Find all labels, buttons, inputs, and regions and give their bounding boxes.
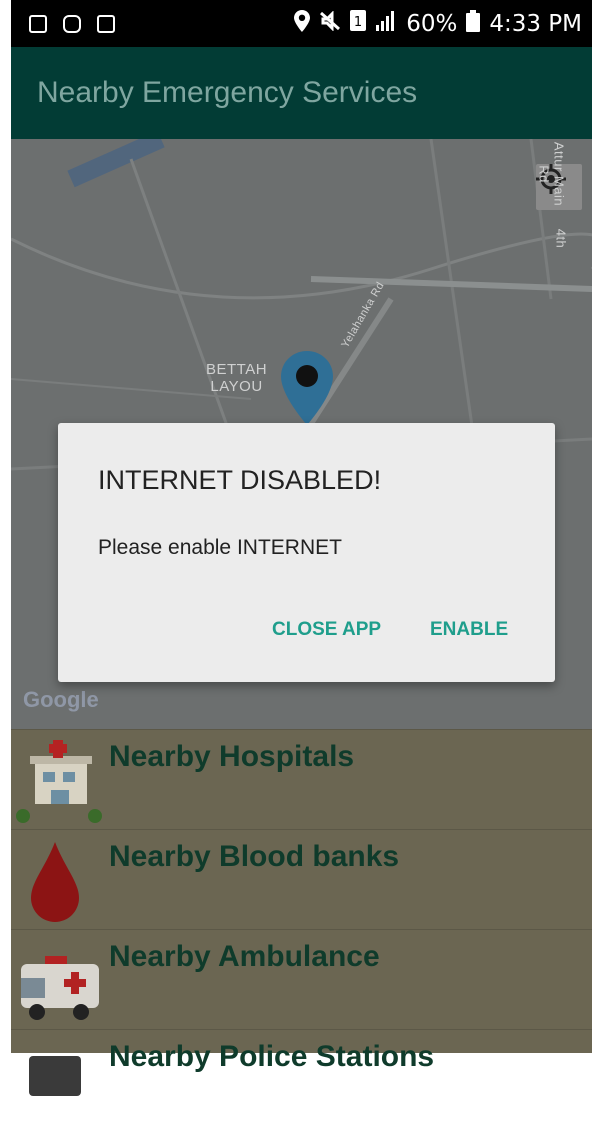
blood-drop-icon: [15, 838, 103, 924]
close-app-button[interactable]: CLOSE APP: [272, 619, 381, 641]
list-item-label: Nearby Police Stations: [109, 1040, 435, 1073]
status-right-icons: 1 60% 4:33 PM: [294, 9, 582, 38]
gallery-icon: [29, 14, 47, 33]
location-icon: [294, 9, 311, 38]
list-item-label: Nearby Hospitals: [109, 740, 355, 773]
ambulance-icon: [15, 938, 103, 1024]
dialog-message: Please enable INTERNET: [98, 536, 342, 559]
clock: 4:33 PM: [489, 10, 582, 37]
services-list: Nearby Hospitals Nearby Blood banks Near…: [11, 729, 592, 1096]
app-bar: Nearby Emergency Services: [11, 47, 592, 139]
google-logo: Google: [23, 687, 99, 712]
map-road-label-4th: 4th: [553, 228, 569, 249]
map-road-label-main: Attur Main Rd: [536, 141, 567, 207]
list-item-police-stations[interactable]: Nearby Police Stations: [11, 1029, 592, 1129]
battery-percent: 60%: [406, 10, 458, 37]
list-item-ambulance[interactable]: Nearby Ambulance: [11, 929, 592, 1029]
battery-icon: [466, 9, 481, 38]
police-icon: [15, 1038, 103, 1124]
list-item-hospitals[interactable]: Nearby Hospitals: [11, 729, 592, 829]
sim-icon: 1: [350, 10, 367, 37]
status-left-icons: [29, 14, 115, 33]
svg-text:1: 1: [354, 15, 362, 30]
status-bar: 1 60% 4:33 PM: [11, 0, 592, 47]
hospital-icon: [15, 738, 103, 824]
app-title: Nearby Emergency Services: [37, 76, 418, 109]
list-item-blood-banks[interactable]: Nearby Blood banks: [11, 829, 592, 929]
list-item-label: Nearby Ambulance: [109, 940, 380, 973]
signal-icon: [375, 10, 397, 37]
enable-button[interactable]: ENABLE: [430, 619, 508, 641]
mute-icon: [319, 9, 341, 37]
instagram-icon: [63, 14, 81, 33]
map-area-label: BETTAH LAYOU: [206, 361, 268, 395]
list-item-label: Nearby Blood banks: [109, 840, 400, 873]
cast-icon: [97, 14, 115, 33]
internet-disabled-dialog: INTERNET DISABLED! Please enable INTERNE…: [58, 423, 555, 682]
dialog-title: INTERNET DISABLED!: [98, 465, 382, 495]
